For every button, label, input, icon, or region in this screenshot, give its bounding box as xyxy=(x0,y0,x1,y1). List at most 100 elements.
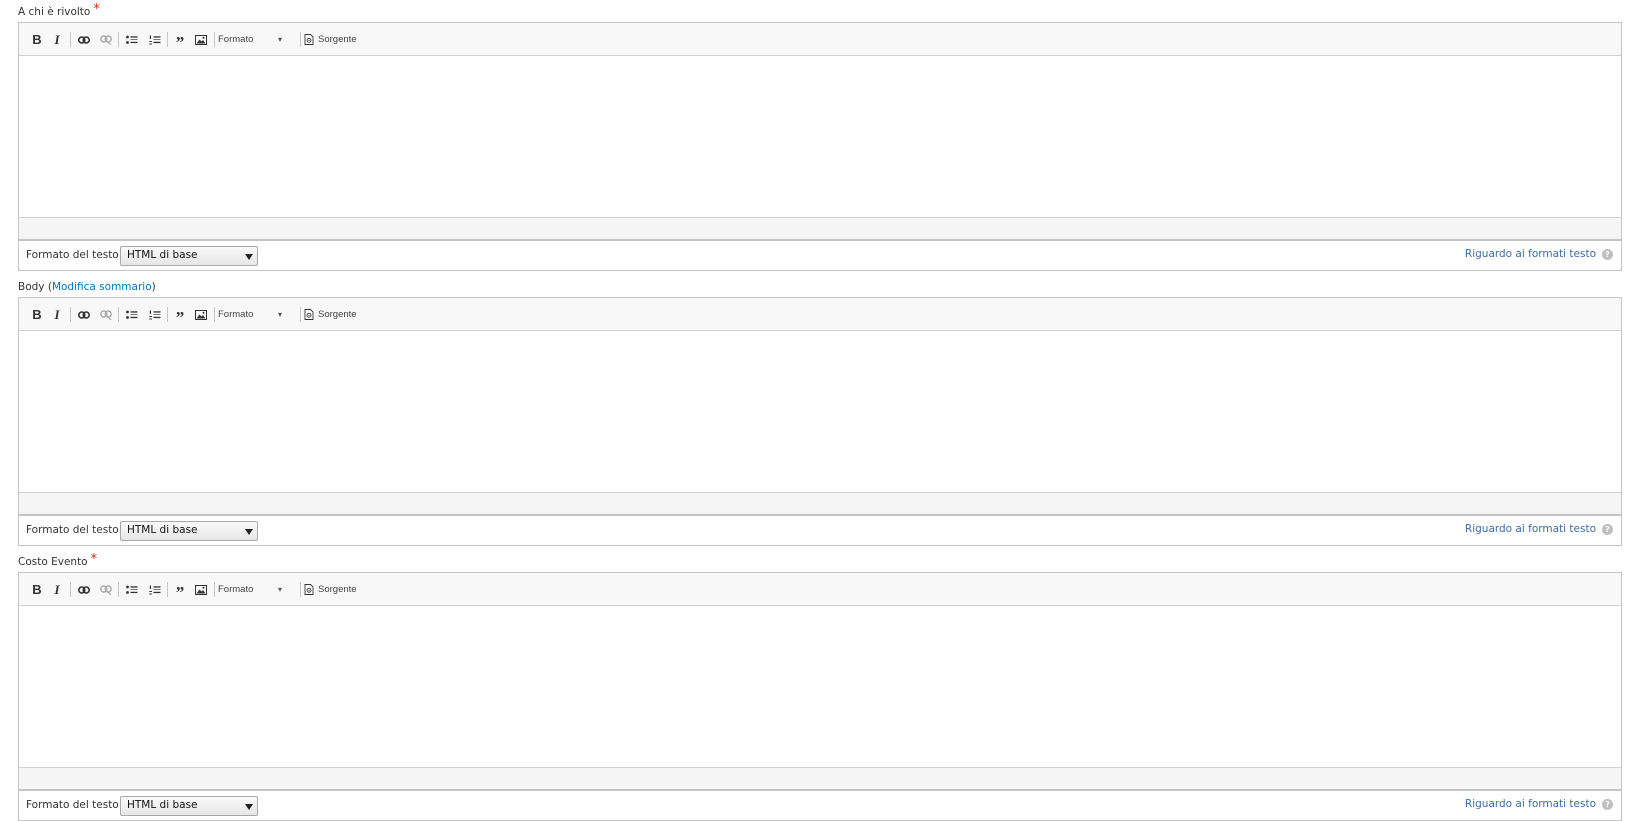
help-icon: ? xyxy=(1602,798,1613,810)
blockquote-button[interactable]: ” xyxy=(171,298,189,331)
toolbar-divider xyxy=(70,582,71,597)
editor-status-bar xyxy=(19,768,1621,789)
image-button[interactable] xyxy=(192,23,210,56)
bold-button[interactable]: B xyxy=(29,23,45,56)
numbered-list-icon xyxy=(149,310,161,319)
editor-status-bar xyxy=(19,493,1621,514)
toolbar-divider xyxy=(300,307,301,322)
blockquote-button[interactable]: ” xyxy=(171,573,189,606)
bold-button[interactable]: B xyxy=(29,573,45,606)
image-icon xyxy=(195,584,207,595)
toolbar-divider xyxy=(118,582,119,597)
source-icon xyxy=(304,584,314,595)
toolbar-divider xyxy=(70,307,71,322)
rich-text-editor[interactable]: B I ” Formato ▾ Sorgente xyxy=(18,572,1622,790)
format-dropdown[interactable]: Formato ▾ xyxy=(218,298,290,331)
toolbar-divider xyxy=(300,32,301,47)
image-icon xyxy=(195,309,207,320)
numbered-list-button[interactable] xyxy=(146,23,164,56)
rich-text-editor[interactable]: B I ” Formato ▾ Sorgente xyxy=(18,297,1622,515)
toolbar-divider xyxy=(300,582,301,597)
source-icon xyxy=(304,34,314,45)
text-format-bar: Formato del testo HTML di base Riguardo … xyxy=(18,515,1622,546)
image-button[interactable] xyxy=(192,573,210,606)
unlink-button[interactable] xyxy=(97,23,115,56)
unlink-icon xyxy=(100,34,112,45)
toolbar-divider xyxy=(118,307,119,322)
chevron-down-icon: ▾ xyxy=(277,585,282,594)
text-format-select[interactable]: HTML di base xyxy=(120,246,258,266)
italic-button[interactable]: I xyxy=(50,23,64,56)
edit-summary-link[interactable]: Modifica sommario xyxy=(52,281,152,293)
toolbar-divider xyxy=(214,307,215,322)
toolbar-divider xyxy=(214,582,215,597)
format-dropdown[interactable]: Formato ▾ xyxy=(218,23,290,56)
source-icon xyxy=(304,309,314,320)
link-button[interactable] xyxy=(75,573,93,606)
bulleted-list-button[interactable] xyxy=(123,298,141,331)
italic-button[interactable]: I xyxy=(50,298,64,331)
about-text-formats-link[interactable]: Riguardo ai formati testo ? xyxy=(1465,798,1613,810)
dropdown-arrow-icon xyxy=(245,804,253,810)
unlink-button[interactable] xyxy=(97,298,115,331)
toolbar-divider xyxy=(118,32,119,47)
bulleted-list-icon xyxy=(126,310,138,319)
unlink-icon xyxy=(100,584,112,595)
unlink-icon xyxy=(100,309,112,320)
source-button[interactable]: Sorgente xyxy=(304,23,366,56)
link-icon xyxy=(78,585,90,594)
about-text-formats-link[interactable]: Riguardo ai formati testo ? xyxy=(1465,248,1613,260)
dropdown-arrow-icon xyxy=(245,254,253,260)
toolbar-divider xyxy=(167,32,168,47)
numbered-list-button[interactable] xyxy=(146,573,164,606)
source-button[interactable]: Sorgente xyxy=(304,573,366,606)
toolbar-divider xyxy=(167,307,168,322)
rich-text-editor[interactable]: B I ” Formato ▾ Sorgente xyxy=(18,22,1622,240)
link-icon xyxy=(78,35,90,44)
dropdown-arrow-icon xyxy=(245,529,253,535)
toolbar-divider xyxy=(70,32,71,47)
link-button[interactable] xyxy=(75,23,93,56)
italic-button[interactable]: I xyxy=(50,573,64,606)
chevron-down-icon: ▾ xyxy=(277,35,282,44)
text-format-select[interactable]: HTML di base xyxy=(120,796,258,816)
numbered-list-button[interactable] xyxy=(146,298,164,331)
unlink-button[interactable] xyxy=(97,573,115,606)
editor-toolbar: B I ” Formato ▾ Sorgente xyxy=(19,23,1621,56)
text-format-select[interactable]: HTML di base xyxy=(120,521,258,541)
text-format-label: Formato del testo xyxy=(26,249,119,261)
bold-button[interactable]: B xyxy=(29,298,45,331)
link-button[interactable] xyxy=(75,298,93,331)
editor-content-area[interactable] xyxy=(19,331,1621,493)
help-icon: ? xyxy=(1602,248,1613,260)
numbered-list-icon xyxy=(149,585,161,594)
image-icon xyxy=(195,34,207,45)
format-dropdown[interactable]: Formato ▾ xyxy=(218,573,290,606)
bulleted-list-button[interactable] xyxy=(123,23,141,56)
blockquote-button[interactable]: ” xyxy=(171,23,189,56)
required-marker: * xyxy=(93,2,100,17)
editor-content-area[interactable] xyxy=(19,606,1621,768)
editor-content-area[interactable] xyxy=(19,56,1621,218)
bulleted-list-icon xyxy=(126,585,138,594)
editor-toolbar: B I ” Formato ▾ Sorgente xyxy=(19,298,1621,331)
field-label: A chi è rivolto * xyxy=(18,2,100,19)
image-button[interactable] xyxy=(192,298,210,331)
about-text-formats-link[interactable]: Riguardo ai formati testo ? xyxy=(1465,523,1613,535)
text-format-label: Formato del testo xyxy=(26,524,119,536)
source-button[interactable]: Sorgente xyxy=(304,298,366,331)
bulleted-list-button[interactable] xyxy=(123,573,141,606)
toolbar-divider xyxy=(167,582,168,597)
toolbar-divider xyxy=(214,32,215,47)
text-format-label: Formato del testo xyxy=(26,799,119,811)
bulleted-list-icon xyxy=(126,35,138,44)
text-format-bar: Formato del testo HTML di base Riguardo … xyxy=(18,240,1622,271)
help-icon: ? xyxy=(1602,523,1613,535)
numbered-list-icon xyxy=(149,35,161,44)
field-label: Costo Evento * xyxy=(18,552,98,569)
text-format-bar: Formato del testo HTML di base Riguardo … xyxy=(18,790,1622,821)
chevron-down-icon: ▾ xyxy=(277,310,282,319)
field-label: Body (Modifica sommario) xyxy=(18,281,156,293)
required-marker: * xyxy=(90,552,98,567)
link-icon xyxy=(78,310,90,319)
